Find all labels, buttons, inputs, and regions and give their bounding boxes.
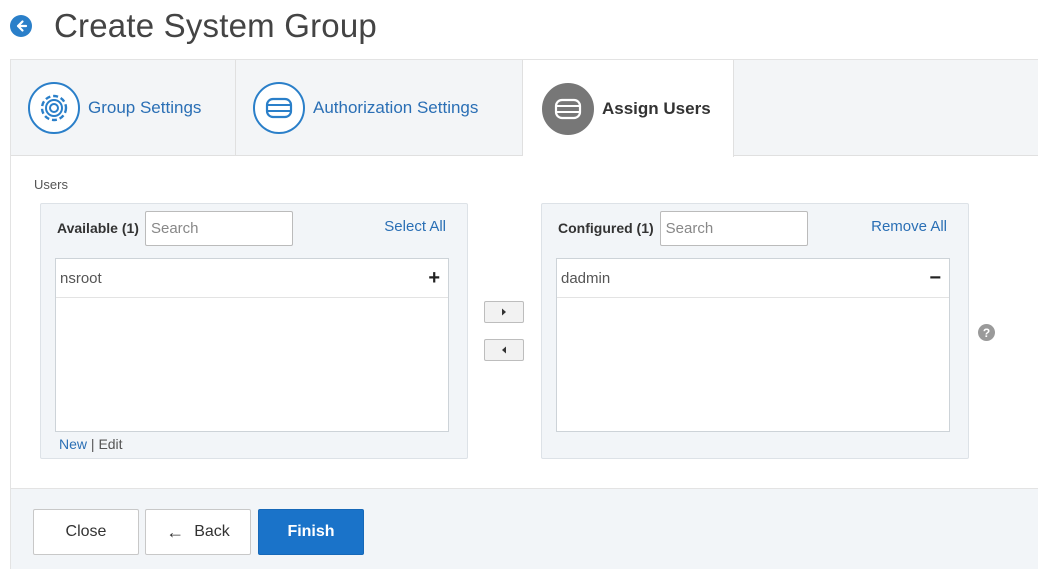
user-name: dadmin: [561, 269, 611, 287]
list-item[interactable]: dadmin −: [557, 259, 949, 298]
server-icon: [253, 82, 305, 134]
finish-label: Finish: [287, 523, 335, 540]
wizard-tabs: Group Settings Authorization Settings As…: [11, 60, 1038, 157]
add-user-button[interactable]: +: [428, 268, 440, 288]
available-search-input[interactable]: [144, 210, 293, 246]
user-name: nsroot: [60, 269, 102, 287]
configured-title: Configured (1): [558, 220, 654, 236]
back-arrow-icon[interactable]: [10, 15, 32, 37]
new-user-link[interactable]: New: [59, 436, 87, 452]
caret-left-icon: [502, 346, 506, 354]
finish-button[interactable]: Finish: [258, 509, 364, 555]
tab-label: Assign Users: [602, 98, 711, 118]
close-button[interactable]: Close: [33, 509, 139, 555]
arrow-left-icon: ←: [166, 521, 185, 542]
page-header: Create System Group: [10, 4, 377, 48]
select-all-link[interactable]: Select All: [384, 218, 446, 235]
back-button[interactable]: ← Back: [145, 509, 251, 555]
list-item[interactable]: nsroot +: [56, 259, 448, 298]
available-title: Available (1): [57, 220, 139, 236]
tab-label: Group Settings: [88, 98, 202, 117]
configured-users-list: dadmin −: [556, 258, 950, 432]
configured-search-input[interactable]: [659, 210, 808, 246]
remove-all-link[interactable]: Remove All: [871, 218, 947, 235]
tab-assign-users[interactable]: Assign Users: [523, 60, 734, 157]
available-users-list: nsroot +: [55, 258, 449, 432]
help-icon[interactable]: ?: [978, 324, 995, 341]
move-left-button[interactable]: [484, 339, 524, 361]
edit-user-link[interactable]: Edit: [98, 436, 122, 452]
user-links: New | Edit: [59, 436, 123, 452]
move-right-button[interactable]: [484, 301, 524, 323]
server-icon: [542, 82, 594, 135]
tab-label: Authorization Settings: [313, 98, 479, 117]
gear-icon: [28, 82, 80, 134]
close-label: Close: [65, 523, 107, 540]
assign-users-content: Users Available (1) Select All nsroot + …: [11, 157, 1038, 487]
wizard-footer: Close ← Back Finish: [11, 488, 1038, 569]
link-separator: |: [87, 436, 99, 452]
caret-right-icon: [502, 308, 506, 316]
tab-authorization-settings[interactable]: Authorization Settings: [236, 60, 523, 156]
back-label: Back: [194, 523, 230, 540]
tab-group-settings[interactable]: Group Settings: [11, 60, 236, 156]
remove-user-button[interactable]: −: [929, 268, 941, 288]
users-section-label: Users: [34, 177, 68, 192]
configured-users-panel: Configured (1) Remove All dadmin −: [541, 203, 969, 459]
wizard: Group Settings Authorization Settings As…: [10, 59, 1038, 569]
available-users-panel: Available (1) Select All nsroot + New | …: [40, 203, 468, 459]
page-title: Create System Group: [54, 7, 377, 44]
